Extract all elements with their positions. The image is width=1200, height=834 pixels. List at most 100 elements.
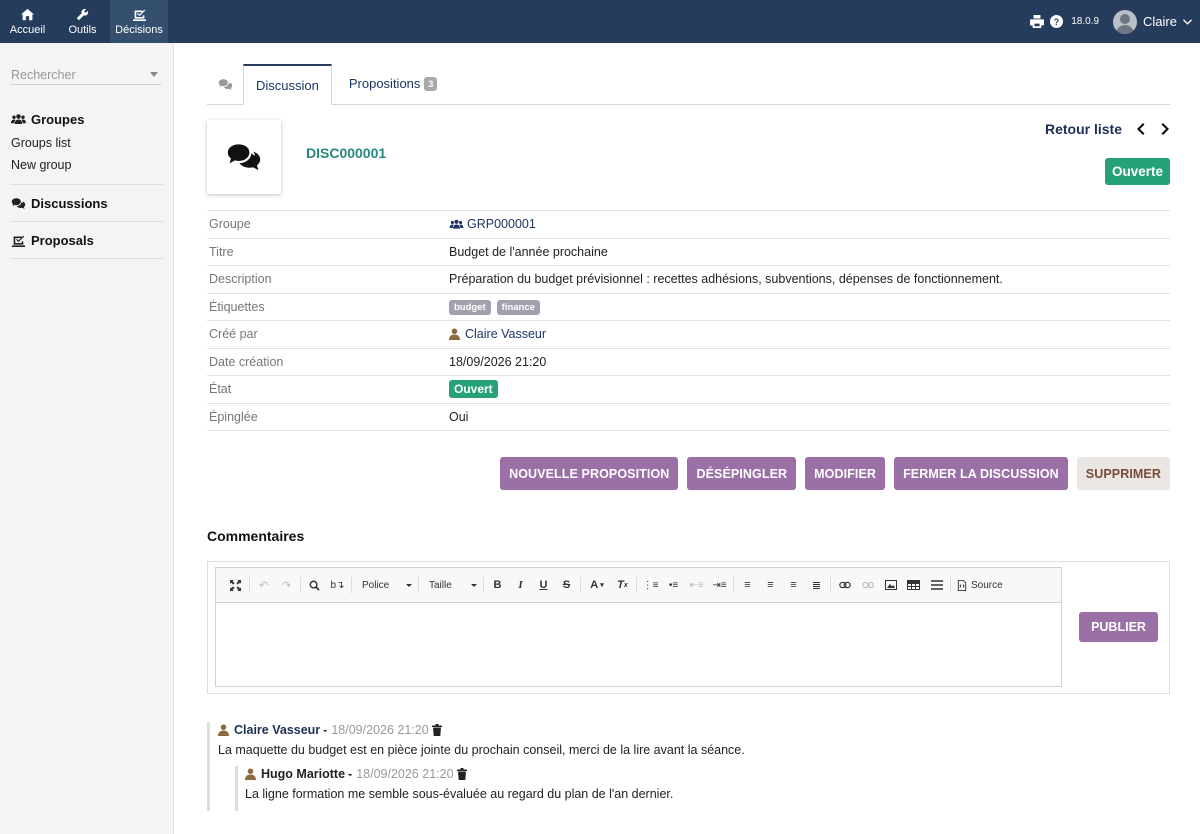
size-select[interactable]: Taille: [421, 580, 481, 591]
maximize-icon[interactable]: [224, 576, 247, 594]
sidebar-heading-discussions[interactable]: Discussions: [11, 193, 163, 213]
bold-icon[interactable]: B: [486, 576, 509, 594]
numbered-list-icon[interactable]: ⋮≡: [639, 576, 662, 594]
text-color-icon[interactable]: A ▾: [583, 576, 611, 594]
creator-link[interactable]: Claire Vasseur: [465, 327, 546, 341]
image-icon[interactable]: [879, 576, 902, 594]
replace-icon[interactable]: b↴: [326, 576, 349, 594]
field-value: GRP000001: [449, 210, 1170, 238]
comment-reply: Hugo Mariotte - 18/09/2026 21:20 La lign…: [235, 766, 1170, 811]
delete-button[interactable]: SUPPRIMER: [1076, 457, 1170, 490]
align-left-icon[interactable]: ≡: [736, 576, 759, 594]
comment-text: La ligne formation me semble sous-évalué…: [245, 787, 674, 801]
field-label: Description: [207, 265, 449, 293]
bullet-list-icon[interactable]: •≡: [662, 576, 685, 594]
font-select[interactable]: Police: [354, 580, 416, 591]
close-discussion-button[interactable]: FERMER LA DISCUSSION: [894, 457, 1068, 490]
record-header: DISC000001 Retour liste Ouverte: [207, 105, 1170, 210]
avatar[interactable]: [1113, 9, 1138, 34]
tab-bar: Discussion Propositions 3: [207, 64, 1170, 105]
editor-toolbar: ↶ ↷ b↴ Police Taille B I U S A ▾ Tx ⋮≡ •≡: [216, 568, 1061, 603]
find-icon[interactable]: [303, 576, 326, 594]
toolbar-separator: [733, 577, 734, 593]
tab-discussion[interactable]: Discussion: [243, 64, 332, 105]
outdent-icon[interactable]: ⇤≡: [685, 576, 708, 594]
sidebar-item-new-group[interactable]: New group: [11, 154, 163, 176]
tab-propositions-label: Propositions: [348, 76, 421, 91]
indent-icon[interactable]: ⇥≡: [708, 576, 731, 594]
nav-decisions[interactable]: Décisions: [110, 0, 168, 43]
field-label: Titre: [207, 237, 449, 266]
action-buttons: NOUVELLE PROPOSITION DÉSÉPINGLER MODIFIE…: [207, 457, 1170, 490]
sidebar-heading-groups[interactable]: Groupes: [11, 109, 163, 129]
chevron-left-icon[interactable]: [1136, 123, 1146, 135]
field-value: Budget de l'année prochaine: [449, 237, 1170, 266]
version-label: 18.0.9: [1071, 16, 1100, 27]
tag-badge[interactable]: budget: [449, 299, 491, 315]
align-center-icon[interactable]: ≡: [759, 576, 782, 594]
align-justify-icon[interactable]: ≣: [805, 576, 828, 594]
remove-format-icon[interactable]: Tx: [611, 576, 634, 594]
comment-dash: -: [348, 767, 353, 781]
source-button[interactable]: Source: [953, 579, 1007, 591]
trash-icon[interactable]: [456, 768, 467, 780]
italic-icon[interactable]: I: [509, 576, 532, 594]
field-value: Préparation du budget prévisionnel : rec…: [449, 265, 1170, 293]
new-proposal-button[interactable]: NOUVELLE PROPOSITION: [500, 457, 679, 490]
table-icon[interactable]: [902, 576, 925, 594]
underline-icon[interactable]: U: [532, 576, 555, 594]
comment-date: 18/09/2026 21:20: [356, 767, 454, 781]
proposals-icon: [12, 235, 25, 247]
editor-content-area[interactable]: [216, 603, 1061, 687]
comment-author[interactable]: Hugo Mariotte: [261, 767, 345, 781]
comment-thread: Claire Vasseur - 18/09/2026 21:20 La maq…: [207, 722, 1170, 811]
caret-down-icon: [406, 583, 412, 587]
unlink-icon[interactable]: [856, 576, 879, 594]
sidebar-heading-proposals[interactable]: Proposals: [11, 230, 163, 250]
sidebar-item-groups-list[interactable]: Groups list: [11, 132, 163, 154]
group-link[interactable]: GRP000001: [467, 217, 536, 231]
record-thumbnail: [207, 120, 281, 194]
source-label: Source: [971, 579, 1003, 591]
top-right: ? 18.0.9 Claire: [1030, 0, 1192, 43]
svg-text:?: ?: [1054, 17, 1059, 27]
comment-author[interactable]: Claire Vasseur: [234, 723, 320, 737]
print-icon[interactable]: [1030, 15, 1045, 28]
toolbar-separator: [351, 577, 352, 593]
align-right-icon[interactable]: ≡: [782, 576, 805, 594]
toolbar-separator: [636, 577, 637, 593]
undo-icon[interactable]: ↶: [252, 576, 275, 594]
chevron-right-icon[interactable]: [1160, 123, 1170, 135]
edit-button[interactable]: MODIFIER: [805, 457, 886, 490]
help-icon[interactable]: ?: [1050, 15, 1064, 28]
tag-badge[interactable]: finance: [496, 299, 540, 315]
publish-button[interactable]: PUBLIER: [1079, 612, 1158, 642]
redo-icon[interactable]: ↷: [275, 576, 298, 594]
tab-propositions[interactable]: Propositions 3: [332, 63, 450, 104]
toolbar-separator: [418, 577, 419, 593]
unpin-button[interactable]: DÉSÉPINGLER: [687, 457, 797, 490]
toolbar-separator: [580, 577, 581, 593]
tab-comments-icon[interactable]: [207, 64, 243, 104]
comments-title: Commentaires: [207, 528, 305, 544]
horizontal-rule-icon[interactable]: [925, 576, 948, 594]
link-icon[interactable]: [833, 576, 856, 594]
source-icon: [957, 579, 967, 591]
user-name[interactable]: Claire: [1143, 14, 1177, 29]
nav-outils[interactable]: Outils: [55, 0, 110, 43]
comment-form: ↶ ↷ b↴ Police Taille B I U S A ▾ Tx ⋮≡ •≡: [207, 561, 1170, 694]
users-icon: [449, 219, 464, 229]
comment-header: Claire Vasseur - 18/09/2026 21:20: [218, 722, 1170, 738]
status-button[interactable]: Ouverte: [1104, 158, 1170, 185]
home-icon: [21, 8, 34, 20]
field-row-date: Date création 18/09/2026 21:20: [207, 347, 1170, 376]
nav-accueil[interactable]: Accueil: [0, 0, 55, 43]
strike-icon[interactable]: S: [555, 576, 578, 594]
search-select[interactable]: Rechercher: [11, 65, 161, 85]
chevron-down-icon[interactable]: [1183, 18, 1192, 25]
size-select-label: Taille: [429, 579, 452, 591]
field-label: Créé par: [207, 320, 449, 348]
back-to-list-link[interactable]: Retour liste: [1045, 121, 1122, 137]
record-fields-table: Groupe GRP000001 Titre Budget de l'année…: [207, 210, 1170, 431]
trash-icon[interactable]: [431, 724, 442, 736]
